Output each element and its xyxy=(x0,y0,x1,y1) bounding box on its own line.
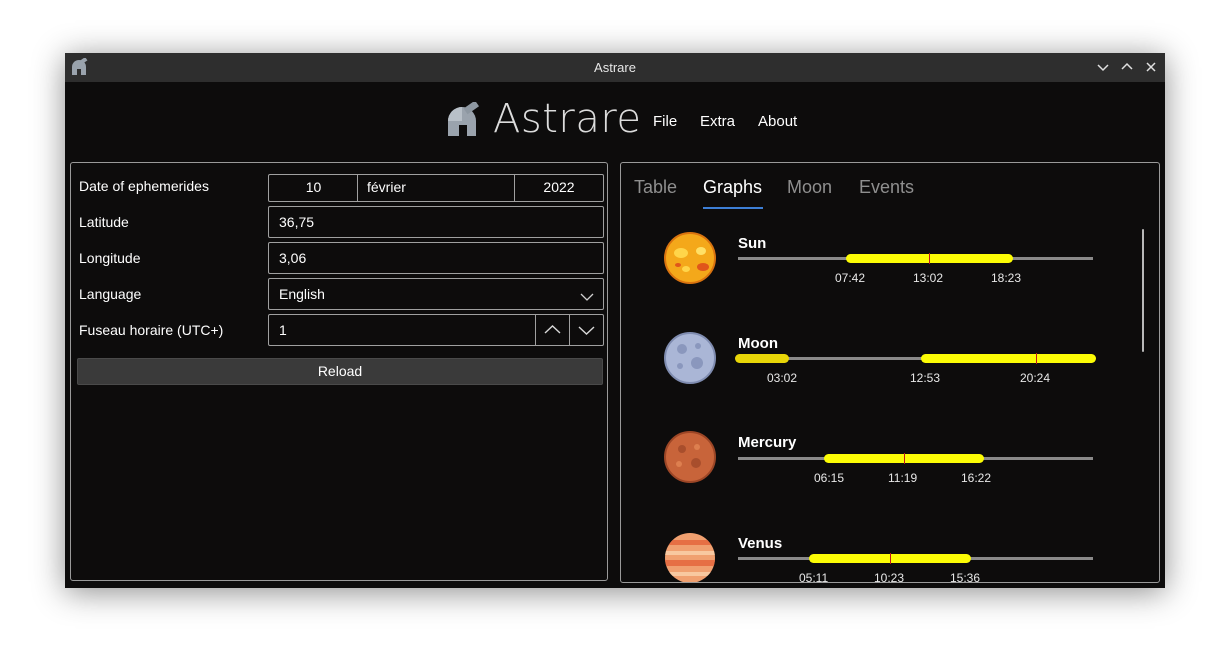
mercury-transit-marker xyxy=(904,453,905,464)
moon-transit-marker xyxy=(1036,353,1037,364)
sun-icon xyxy=(664,232,716,284)
chevron-up-icon xyxy=(544,325,561,334)
moon-culmination-time: 20:24 xyxy=(1020,371,1051,385)
latitude-input[interactable]: 36,75 xyxy=(268,206,604,238)
mercury-label: Mercury xyxy=(738,434,797,451)
venus-culmination-time: 10:23 xyxy=(874,571,905,583)
maximize-icon[interactable] xyxy=(1119,59,1135,75)
app-header: Astrare File Extra About xyxy=(65,82,1165,162)
sun-set-time: 18:23 xyxy=(991,271,1022,285)
venus-set-time: 15:36 xyxy=(950,571,981,583)
date-label: Date of ephemerides xyxy=(79,178,209,194)
active-tab-indicator xyxy=(703,207,763,209)
date-picker: 10 février 2022 xyxy=(268,174,604,202)
year-field[interactable]: 2022 xyxy=(515,175,603,201)
timezone-spinbox[interactable]: 1 xyxy=(268,314,604,346)
window-title: Astrare xyxy=(594,60,636,75)
menu-extra[interactable]: Extra xyxy=(700,113,735,130)
chevron-down-icon xyxy=(580,289,594,305)
venus-label: Venus xyxy=(738,535,783,552)
mercury-icon xyxy=(664,431,716,483)
language-label: Language xyxy=(79,286,142,302)
moon-rise-time: 12:53 xyxy=(910,371,941,385)
close-icon[interactable] xyxy=(1143,59,1159,75)
chevron-down-icon xyxy=(578,326,595,335)
longitude-value: 3,06 xyxy=(279,250,307,266)
moon-set-time: 03:02 xyxy=(767,371,798,385)
tab-table[interactable]: Table xyxy=(634,177,677,198)
mercury-rise-time: 06:15 xyxy=(814,471,845,485)
tab-moon[interactable]: Moon xyxy=(787,177,832,198)
reload-button[interactable]: Reload xyxy=(77,358,603,385)
timezone-decrement-button[interactable] xyxy=(569,315,603,345)
timezone-value: 1 xyxy=(279,322,287,338)
menu-file[interactable]: File xyxy=(653,113,677,130)
timezone-increment-button[interactable] xyxy=(535,315,569,345)
results-panel: Table Graphs Moon Events Sun 07:42 13:02… xyxy=(620,162,1160,583)
year-value: 2022 xyxy=(543,179,575,195)
month-value: février xyxy=(367,179,406,195)
venus-transit-marker xyxy=(890,553,891,564)
venus-icon xyxy=(664,532,716,582)
moon-visibility-bar-morning xyxy=(735,354,789,363)
title-bar: Astrare xyxy=(65,53,1165,82)
timezone-label: Fuseau horaire (UTC+) xyxy=(79,322,224,338)
language-select[interactable]: English xyxy=(268,278,604,310)
day-value: 10 xyxy=(305,179,322,195)
sun-culmination-time: 13:02 xyxy=(913,271,944,285)
venus-rise-time: 05:11 xyxy=(799,571,829,583)
tab-events[interactable]: Events xyxy=(859,177,914,198)
parameters-panel: Date of ephemerides 10 février 2022 Lati… xyxy=(70,162,608,581)
latitude-label: Latitude xyxy=(79,214,129,230)
minimize-icon[interactable] xyxy=(1095,59,1111,75)
sun-transit-marker xyxy=(929,253,930,264)
sun-label: Sun xyxy=(738,235,767,252)
month-field[interactable]: février xyxy=(358,175,515,201)
telescope-icon xyxy=(445,100,481,138)
language-value: English xyxy=(279,286,325,302)
mercury-culmination-time: 11:19 xyxy=(888,471,918,485)
day-field[interactable]: 10 xyxy=(269,175,358,201)
longitude-input[interactable]: 3,06 xyxy=(268,242,604,274)
graphs-scrollbar[interactable] xyxy=(1142,229,1144,352)
moon-label: Moon xyxy=(738,335,778,352)
longitude-label: Longitude xyxy=(79,250,141,266)
menu-about[interactable]: About xyxy=(758,113,797,130)
sun-rise-time: 07:42 xyxy=(835,271,866,285)
app-logo-text: Astrare xyxy=(493,96,642,142)
mercury-set-time: 16:22 xyxy=(961,471,992,485)
latitude-value: 36,75 xyxy=(279,214,315,230)
tab-graphs[interactable]: Graphs xyxy=(703,177,762,198)
moon-icon xyxy=(664,332,716,384)
moon-visibility-bar-evening xyxy=(921,354,1096,363)
app-window: Astrare Astrare File Extra About Date of… xyxy=(65,53,1165,588)
